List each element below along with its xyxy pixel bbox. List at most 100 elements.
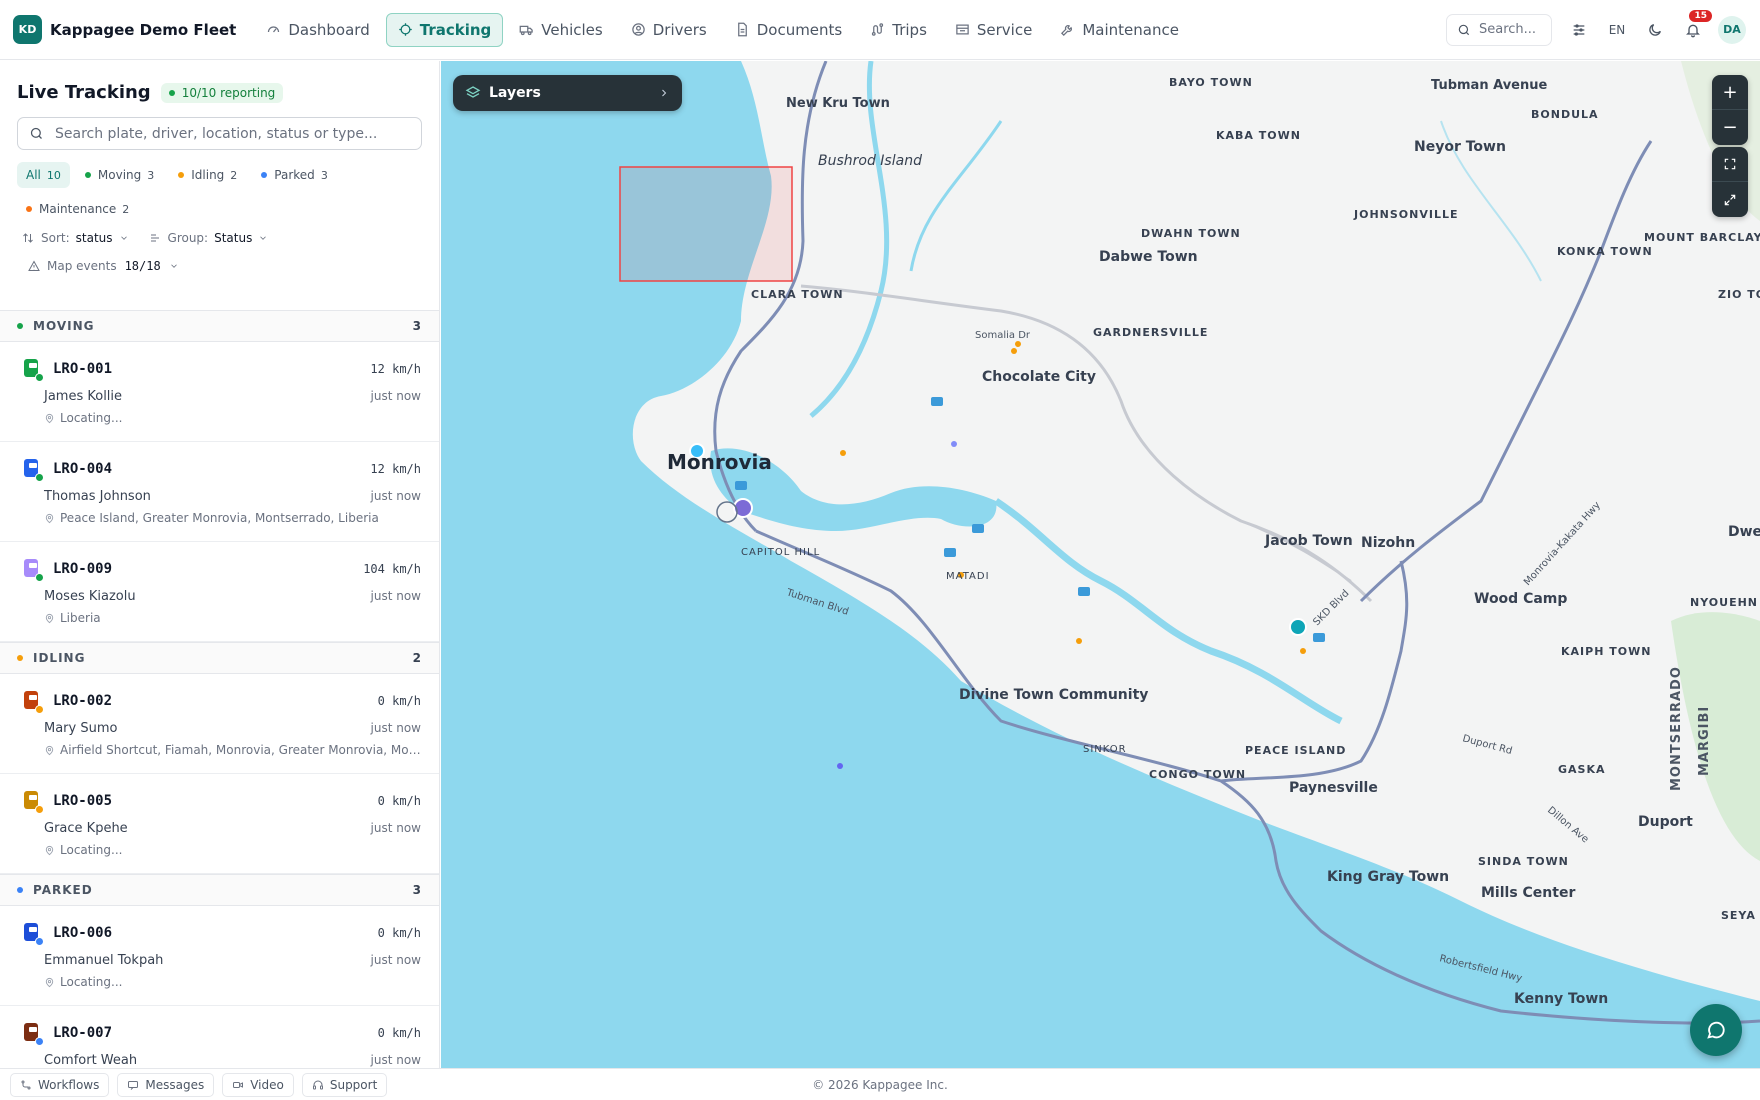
map-label: CONGO TOWN <box>1149 768 1246 781</box>
location-text: Liberia <box>60 611 101 625</box>
filter-count: 10 <box>46 168 61 182</box>
map-label: NYOUEHN TOWN <box>1690 596 1760 609</box>
map-label: BAYO TOWN <box>1169 76 1253 89</box>
vehicle-speed: 0 km/h <box>377 926 421 940</box>
workflows-button[interactable]: Workflows <box>10 1072 110 1097</box>
map-label: Monrovia-Kakata Hwy <box>1522 500 1603 588</box>
fullscreen-button[interactable] <box>1712 182 1748 217</box>
chevron-down-icon <box>120 236 127 240</box>
global-search-placeholder: Search... <box>1479 22 1537 37</box>
filter-chip-idling[interactable]: Idling 2 <box>169 162 246 188</box>
vehicle-plate: LRO-004 <box>53 461 113 477</box>
vehicle-plate: LRO-006 <box>53 925 113 941</box>
group-count: 3 <box>412 319 422 333</box>
notifications-button[interactable]: 15 <box>1674 9 1712 46</box>
vehicle-row[interactable]: LRO-0070 km/hComfort Weahjust nowLocatin… <box>0 1006 439 1068</box>
vehicle-search-input[interactable]: Search plate, driver, location, status o… <box>17 117 422 150</box>
poi-marker <box>1313 633 1325 642</box>
global-search[interactable]: Search... <box>1446 13 1552 46</box>
vehicle-row[interactable]: LRO-002 0 km/h Mary Sumo just now Airfield S… <box>0 674 439 774</box>
filter-label: All <box>26 168 41 182</box>
location-pin-icon <box>45 845 54 855</box>
map-label: GARDNERSVILLE <box>1093 326 1208 339</box>
filters-button[interactable] <box>1560 14 1598 46</box>
nav-label: Service <box>976 20 1033 39</box>
vehicle-icon <box>22 557 44 582</box>
status-dot <box>84 172 91 178</box>
nav-service[interactable]: Service <box>943 13 1044 47</box>
vehicle-speed: 0 km/h <box>377 694 421 708</box>
map-events-dropdown[interactable]: Map events 18/18 <box>0 245 439 273</box>
map-label: Tubman Avenue <box>1431 78 1547 93</box>
filter-chip-all[interactable]: All 10 <box>17 162 70 188</box>
sort-label: Sort: <box>41 231 70 245</box>
language-button[interactable]: EN <box>1598 14 1636 46</box>
video-button[interactable]: Video <box>222 1072 294 1097</box>
group-dropdown[interactable]: Group: Status <box>149 231 269 245</box>
map-label: Duport <box>1638 814 1693 830</box>
nav-maintenance[interactable]: Maintenance <box>1048 13 1191 47</box>
location-pin-icon <box>45 413 54 423</box>
driver-name: Comfort Weah <box>44 1053 138 1068</box>
location-text: Locating... <box>60 975 123 989</box>
nav-documents[interactable]: Documents <box>723 13 855 47</box>
layers-button[interactable]: Layers <box>453 75 682 111</box>
support-button[interactable]: Support <box>301 1072 388 1097</box>
map-canvas[interactable]: BAYO TOWN Tubman Avenue BONDULA New Kru … <box>441 61 1760 1068</box>
vehicle-row[interactable]: LRO-005 0 km/h Grace Kpehe just now Locating… <box>0 774 439 874</box>
sort-dropdown[interactable]: Sort: status <box>22 231 129 245</box>
headset-icon <box>312 1080 323 1089</box>
filter-chip-moving[interactable]: Moving 3 <box>76 162 163 188</box>
reporting-dot <box>168 89 175 96</box>
theme-toggle[interactable] <box>1636 14 1674 46</box>
vehicle-row[interactable]: LRO-004 12 km/h Thomas Johnson just now Peac… <box>0 442 439 542</box>
driver-name: James Kollie <box>44 389 123 404</box>
map-label: Wood Camp <box>1474 591 1567 607</box>
group-header-moving[interactable]: MOVING 3 <box>0 310 439 342</box>
nav-vehicles[interactable]: Vehicles <box>507 13 614 47</box>
layers-small-icon <box>150 234 159 242</box>
vehicle-location: Airfield Shortcut, Fiamah, Monrovia, Gre… <box>44 743 424 757</box>
map-label: MONTSERRADO <box>1669 666 1684 791</box>
tracking-sidebar: Live Tracking 10/10 reporting Search pla… <box>0 61 440 1068</box>
vehicle-icon <box>22 357 44 382</box>
sliders-icon <box>1573 23 1585 36</box>
vehicle-location: Locating... <box>44 843 424 857</box>
driver-name: Emmanuel Tokpah <box>44 953 164 968</box>
nav-drivers[interactable]: Drivers <box>619 13 719 47</box>
map-label: Mills Center <box>1481 885 1575 901</box>
fit-bounds-button[interactable] <box>1712 147 1748 182</box>
user-circle-icon <box>631 23 645 36</box>
event-marker <box>1015 341 1021 347</box>
nav-trips[interactable]: Trips <box>858 13 939 47</box>
location-pin-icon <box>45 613 54 623</box>
last-update: just now <box>370 389 421 403</box>
chevron-down-icon <box>170 264 177 268</box>
search-icon <box>1458 24 1470 35</box>
last-update: just now <box>370 489 421 503</box>
group-name: IDLING <box>33 651 86 665</box>
chat-button[interactable] <box>1690 1004 1742 1056</box>
zoom-in-button[interactable]: + <box>1712 75 1748 110</box>
status-dot <box>17 887 23 893</box>
nav-label: Vehicles <box>541 20 603 39</box>
filter-chip-parked[interactable]: Parked 3 <box>252 162 337 188</box>
filter-count: 3 <box>320 168 328 182</box>
event-marker <box>837 763 843 769</box>
geofence-rect <box>619 166 793 282</box>
nav-tracking[interactable]: Tracking <box>385 12 504 47</box>
vehicle-row[interactable]: LRO-001 12 km/h James Kollie just now Locati… <box>0 342 439 442</box>
brand[interactable]: KD Kappagee Demo Fleet <box>13 15 236 44</box>
zoom-out-button[interactable]: − <box>1712 110 1748 145</box>
nav-dashboard[interactable]: Dashboard <box>254 13 381 47</box>
filter-chip-maintenance[interactable]: Maintenance 2 <box>17 196 138 222</box>
user-avatar[interactable]: DA <box>1718 15 1746 44</box>
group-header-idling[interactable]: IDLING 2 <box>0 642 439 674</box>
group-header-parked[interactable]: PARKED 3 <box>0 874 439 906</box>
driver-name: Mary Sumo <box>44 721 118 736</box>
vehicle-plate: LRO-005 <box>53 793 113 809</box>
vehicle-plate: LRO-001 <box>53 361 113 377</box>
vehicle-row[interactable]: LRO-009 104 km/h Moses Kiazolu just now Libe… <box>0 542 439 642</box>
vehicle-row[interactable]: LRO-006 0 km/h Emmanuel Tokpah just now Loca… <box>0 906 439 1006</box>
messages-button[interactable]: Messages <box>117 1072 215 1097</box>
